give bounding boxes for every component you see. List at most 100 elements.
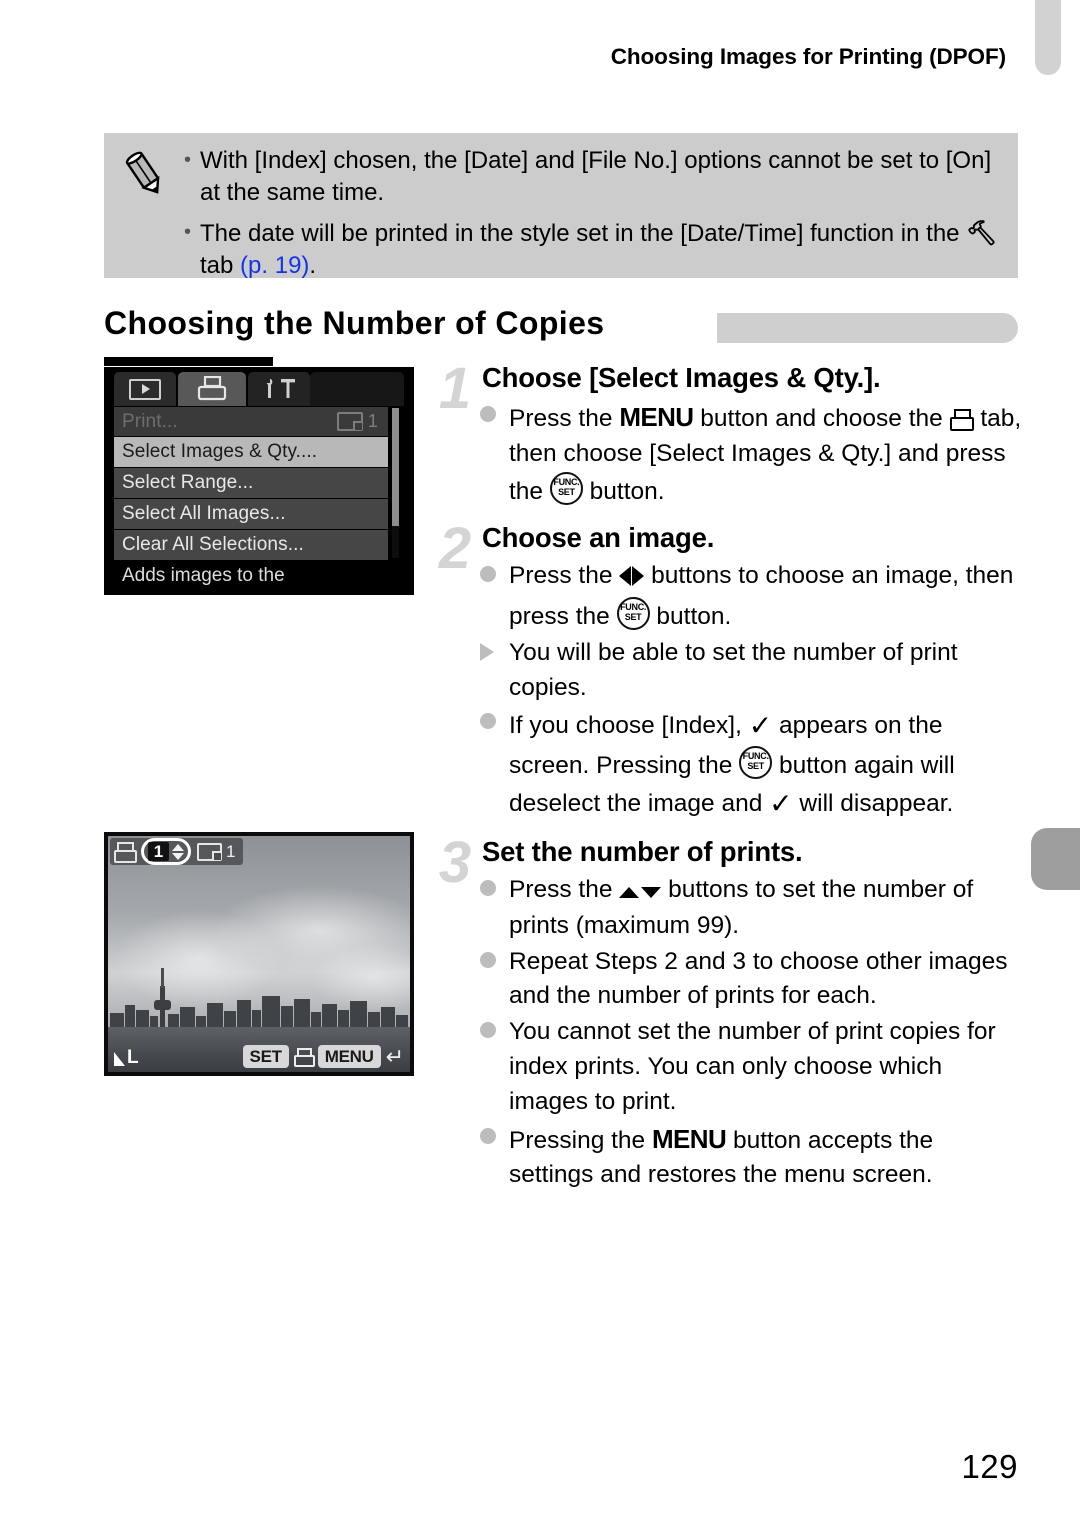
text-run: Press the [509,405,620,433]
bullet-text: Press the buttons to choose an image, th… [509,559,1022,635]
bullet-text: Press the buttons to set the number of p… [509,873,1022,944]
bullet-dot-icon [480,951,496,968]
pencil-icon [122,151,168,199]
bullet-marker [480,636,509,661]
edge-index-tab-side [1031,828,1080,890]
checkmark-icon: ✓ [748,710,773,742]
set-key-label[interactable]: SET [242,1045,289,1068]
func-set-button-icon: FUNC. SET [549,472,583,505]
func-set-button-icon: FUNC. SET [739,746,773,780]
menu-row-select-range[interactable]: Select Range... [114,468,388,499]
note-item-text: The date will be printed in the style se… [200,217,1004,282]
step-number: 1 [438,356,472,421]
print-tab[interactable] [178,372,246,406]
photo-top-status-bar: 1 1 [110,838,244,865]
section-rule [104,357,273,366]
printer-icon [949,409,974,432]
bullet-text: Press the MENU button and choose the tab… [509,399,1022,509]
menu-row-select-all-images[interactable]: Select All Images... [114,499,388,530]
menu-row-label: Select Images & Qty.... [122,441,318,462]
bullet-marker [480,873,509,897]
checkmark-icon: ✓ [769,787,793,819]
bullet-item: Press the MENU button and choose the tab… [480,399,1022,509]
menu-row-clear-all-selections[interactable]: Clear All Selections... [114,530,388,561]
camera-menu-screenshot: Print... 1 Select Images & Qty.... Selec… [104,367,414,595]
frame-icon [197,842,222,861]
fine-quality-icon [114,1052,125,1066]
bullet-marker [480,706,509,730]
section-heading-bar [717,313,1018,343]
printer-icon [114,842,137,863]
city-skyline [108,968,410,1030]
menu-list: Print... 1 Select Images & Qty.... Selec… [114,407,388,561]
menu-row-select-images-qty[interactable]: Select Images & Qty.... [114,437,388,468]
bullet-dot-icon [480,406,496,423]
bullet-text: You cannot set the number of print copie… [509,1018,996,1115]
cn-tower [154,968,171,1030]
page-reference-link[interactable]: (p. 19) [240,252,309,279]
menu-row-label: Select Range... [122,472,254,493]
text-run: button. [582,478,665,505]
bullet-dot-icon [480,1127,496,1144]
bullet-text: You will be able to set the number of pr… [509,638,958,701]
menu-scrollbar[interactable] [392,408,399,558]
page-number: 129 [961,1448,1018,1485]
bullet-item: Repeat Steps 2 and 3 to choose other ima… [480,945,1022,1015]
step-bullets: Press the buttons to choose an image, th… [480,559,1022,823]
camera-photo-screenshot: 1 1 L SET MENU ↵ [104,832,414,1076]
up-down-arrows-icon [172,843,184,860]
menu-button-label: MENU [652,1123,727,1154]
bullet-item: You will be able to set the number of pr… [480,636,1022,706]
menu-row-label: Clear All Selections... [122,534,304,555]
menu-tab-strip [114,372,404,408]
step-title: Choose an image. [482,521,715,553]
printer-icon [197,376,227,401]
bullet-text: If you choose [Index], ✓ appears on the … [509,706,1022,823]
result-arrow-icon [480,642,494,661]
left-right-buttons-icon [619,562,645,597]
bullet-dot-icon [480,566,496,583]
bullet-dot-icon [480,1022,496,1039]
step-title: Set the number of prints. [482,835,803,867]
image-quality-indicator: L [114,1048,139,1067]
settings-tab[interactable] [248,372,310,406]
printer-icon [293,1047,315,1067]
step-number: 2 [438,515,472,581]
text-run: button. [649,603,732,630]
frame-count-value: 1 [226,841,236,861]
menu-key-label[interactable]: MENU [317,1045,381,1068]
bullet-marker [480,399,509,423]
step-3: 3 Set the number of prints. Press the bu… [432,833,1022,1193]
return-arrow-icon: ↵ [385,1043,404,1069]
bullet-dot-icon [480,880,496,897]
manual-page: Choosing Images for Printing (DPOF) • Wi… [0,0,1080,1521]
note-text-after: . [309,252,317,280]
note-text-mid: tab [200,252,234,280]
menu-row-label: Print... [122,410,178,432]
note-list: • With [Index] chosen, the [Date] and [F… [184,145,1004,291]
menu-hint-text: Adds images to the [122,565,285,586]
menu-row-value-text: 1 [367,411,378,431]
bullet-text: Repeat Steps 2 and 3 to choose other ima… [509,947,1008,1010]
step-bullets: Press the buttons to set the number of p… [480,873,1022,1193]
bullet-marker [480,1015,509,1039]
settings-tab-icon: 🔨︎ [966,219,997,248]
bullet-item: Pressing the MENU button accepts the set… [480,1121,1022,1194]
bullet-text: Pressing the MENU button accepts the set… [509,1121,1022,1194]
text-run: If you choose [Index], [509,712,749,740]
playback-tab[interactable] [114,372,176,406]
print-quantity-selector[interactable]: 1 [141,838,191,865]
menu-row-value: 1 [336,411,378,432]
bullet-item: Press the buttons to choose an image, th… [480,559,1022,635]
step-1: 1 Choose [Select Images & Qty.]. Press t… [432,356,1022,510]
menu-row-print[interactable]: Print... 1 [114,407,388,437]
wrench-hammer-icon [266,378,295,398]
bullet-dot-icon [480,713,496,730]
bullet-item: Press the buttons to set the number of p… [480,873,1022,944]
menu-row-label: Select All Images... [122,503,286,524]
up-down-buttons-icon [619,874,662,909]
photo-bottom-hint-bar: SET MENU ↵ [242,1043,404,1069]
text-run: Press the [509,562,620,590]
bullet-marker [480,1121,509,1144]
menu-button-label: MENU [619,402,694,433]
